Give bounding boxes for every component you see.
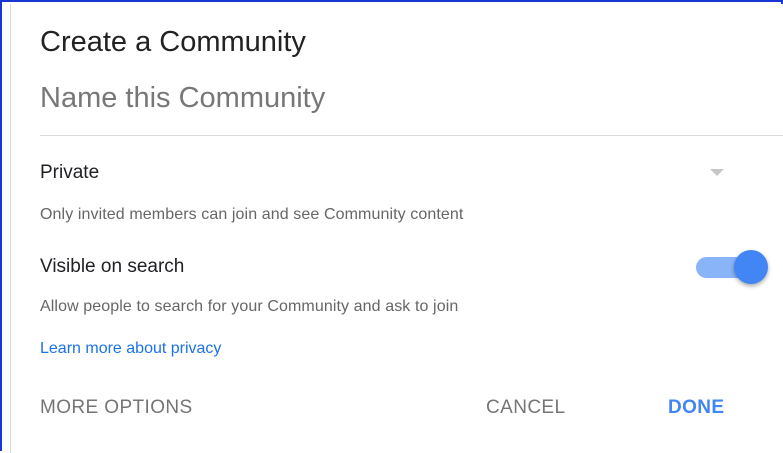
learn-more-privacy-link[interactable]: Learn more about privacy	[40, 340, 221, 358]
create-community-dialog: Create a Community Private Only invited …	[12, 4, 783, 453]
community-name-input[interactable]	[40, 76, 770, 120]
dialog-title: Create a Community	[40, 26, 306, 58]
toggle-thumb	[734, 250, 768, 284]
more-options-button[interactable]: MORE OPTIONS	[40, 396, 193, 420]
visible-on-search-label: Visible on search	[40, 256, 185, 277]
privacy-dropdown[interactable]: Private	[40, 156, 730, 190]
done-button[interactable]: DONE	[668, 396, 725, 420]
cancel-button[interactable]: CANCEL	[486, 396, 565, 420]
screenshot-frame: Create a Community Private Only invited …	[0, 0, 783, 453]
triangle-down-icon	[710, 169, 724, 176]
privacy-selected-value: Private	[40, 162, 100, 183]
dialog-shadow-edge	[10, 4, 11, 453]
input-divider	[40, 135, 783, 136]
privacy-description: Only invited members can join and see Co…	[40, 206, 464, 223]
visible-on-search-description: Allow people to search for your Communit…	[40, 298, 459, 315]
visible-on-search-toggle[interactable]	[692, 250, 768, 286]
